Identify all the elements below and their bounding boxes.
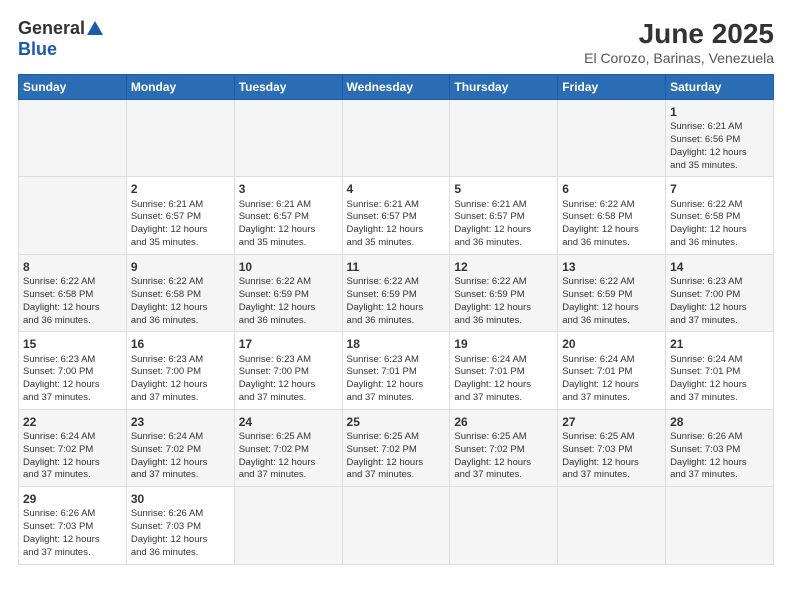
calendar-week-0: 1Sunrise: 6:21 AMSunset: 6:56 PMDaylight… <box>19 100 774 177</box>
calendar-cell <box>450 487 558 564</box>
calendar-week-1: 2Sunrise: 6:21 AMSunset: 6:57 PMDaylight… <box>19 177 774 254</box>
calendar-table: SundayMondayTuesdayWednesdayThursdayFrid… <box>18 74 774 565</box>
calendar-week-2: 8Sunrise: 6:22 AMSunset: 6:58 PMDaylight… <box>19 254 774 331</box>
calendar-cell: 26Sunrise: 6:25 AMSunset: 7:02 PMDayligh… <box>450 409 558 486</box>
calendar-cell: 13Sunrise: 6:22 AMSunset: 6:59 PMDayligh… <box>558 254 666 331</box>
calendar-cell: 12Sunrise: 6:22 AMSunset: 6:59 PMDayligh… <box>450 254 558 331</box>
calendar-cell <box>126 100 234 177</box>
calendar-cell: 5Sunrise: 6:21 AMSunset: 6:57 PMDaylight… <box>450 177 558 254</box>
calendar-week-5: 29Sunrise: 6:26 AMSunset: 7:03 PMDayligh… <box>19 487 774 564</box>
calendar-cell: 27Sunrise: 6:25 AMSunset: 7:03 PMDayligh… <box>558 409 666 486</box>
calendar-cell <box>342 487 450 564</box>
calendar-cell: 17Sunrise: 6:23 AMSunset: 7:00 PMDayligh… <box>234 332 342 409</box>
calendar-cell: 24Sunrise: 6:25 AMSunset: 7:02 PMDayligh… <box>234 409 342 486</box>
calendar-cell <box>666 487 774 564</box>
calendar-cell: 14Sunrise: 6:23 AMSunset: 7:00 PMDayligh… <box>666 254 774 331</box>
calendar-week-4: 22Sunrise: 6:24 AMSunset: 7:02 PMDayligh… <box>19 409 774 486</box>
calendar-cell: 30Sunrise: 6:26 AMSunset: 7:03 PMDayligh… <box>126 487 234 564</box>
calendar-cell: 29Sunrise: 6:26 AMSunset: 7:03 PMDayligh… <box>19 487 127 564</box>
calendar-cell: 20Sunrise: 6:24 AMSunset: 7:01 PMDayligh… <box>558 332 666 409</box>
header-day-wednesday: Wednesday <box>342 75 450 100</box>
calendar-cell: 19Sunrise: 6:24 AMSunset: 7:01 PMDayligh… <box>450 332 558 409</box>
header-day-friday: Friday <box>558 75 666 100</box>
header-day-thursday: Thursday <box>450 75 558 100</box>
header-day-tuesday: Tuesday <box>234 75 342 100</box>
calendar-cell: 25Sunrise: 6:25 AMSunset: 7:02 PMDayligh… <box>342 409 450 486</box>
calendar-cell: 21Sunrise: 6:24 AMSunset: 7:01 PMDayligh… <box>666 332 774 409</box>
calendar-cell: 28Sunrise: 6:26 AMSunset: 7:03 PMDayligh… <box>666 409 774 486</box>
calendar-cell: 18Sunrise: 6:23 AMSunset: 7:01 PMDayligh… <box>342 332 450 409</box>
logo-general-text: General <box>18 18 85 39</box>
page: General Blue June 2025 El Corozo, Barina… <box>0 0 792 612</box>
calendar-cell: 8Sunrise: 6:22 AMSunset: 6:58 PMDaylight… <box>19 254 127 331</box>
calendar-cell: 6Sunrise: 6:22 AMSunset: 6:58 PMDaylight… <box>558 177 666 254</box>
title-block: June 2025 El Corozo, Barinas, Venezuela <box>584 18 774 66</box>
calendar-cell: 23Sunrise: 6:24 AMSunset: 7:02 PMDayligh… <box>126 409 234 486</box>
calendar-cell <box>342 100 450 177</box>
header-day-saturday: Saturday <box>666 75 774 100</box>
calendar-cell <box>234 487 342 564</box>
header-row: SundayMondayTuesdayWednesdayThursdayFrid… <box>19 75 774 100</box>
calendar-cell: 2Sunrise: 6:21 AMSunset: 6:57 PMDaylight… <box>126 177 234 254</box>
logo: General Blue <box>18 18 103 60</box>
calendar-cell <box>558 100 666 177</box>
calendar-cell <box>19 100 127 177</box>
header: General Blue June 2025 El Corozo, Barina… <box>18 18 774 66</box>
calendar-week-3: 15Sunrise: 6:23 AMSunset: 7:00 PMDayligh… <box>19 332 774 409</box>
calendar-cell: 15Sunrise: 6:23 AMSunset: 7:00 PMDayligh… <box>19 332 127 409</box>
calendar-cell: 4Sunrise: 6:21 AMSunset: 6:57 PMDaylight… <box>342 177 450 254</box>
calendar-cell: 3Sunrise: 6:21 AMSunset: 6:57 PMDaylight… <box>234 177 342 254</box>
subtitle: El Corozo, Barinas, Venezuela <box>584 50 774 66</box>
calendar-cell: 9Sunrise: 6:22 AMSunset: 6:58 PMDaylight… <box>126 254 234 331</box>
header-day-monday: Monday <box>126 75 234 100</box>
calendar-cell <box>19 177 127 254</box>
calendar-cell: 22Sunrise: 6:24 AMSunset: 7:02 PMDayligh… <box>19 409 127 486</box>
calendar-cell: 10Sunrise: 6:22 AMSunset: 6:59 PMDayligh… <box>234 254 342 331</box>
header-day-sunday: Sunday <box>19 75 127 100</box>
calendar-cell <box>234 100 342 177</box>
calendar-cell: 11Sunrise: 6:22 AMSunset: 6:59 PMDayligh… <box>342 254 450 331</box>
calendar-cell <box>450 100 558 177</box>
logo-blue-text: Blue <box>18 39 57 60</box>
logo-triangle-icon <box>87 21 103 35</box>
main-title: June 2025 <box>584 18 774 50</box>
calendar-cell: 1Sunrise: 6:21 AMSunset: 6:56 PMDaylight… <box>666 100 774 177</box>
calendar-cell: 7Sunrise: 6:22 AMSunset: 6:58 PMDaylight… <box>666 177 774 254</box>
calendar-cell: 16Sunrise: 6:23 AMSunset: 7:00 PMDayligh… <box>126 332 234 409</box>
calendar-cell <box>558 487 666 564</box>
